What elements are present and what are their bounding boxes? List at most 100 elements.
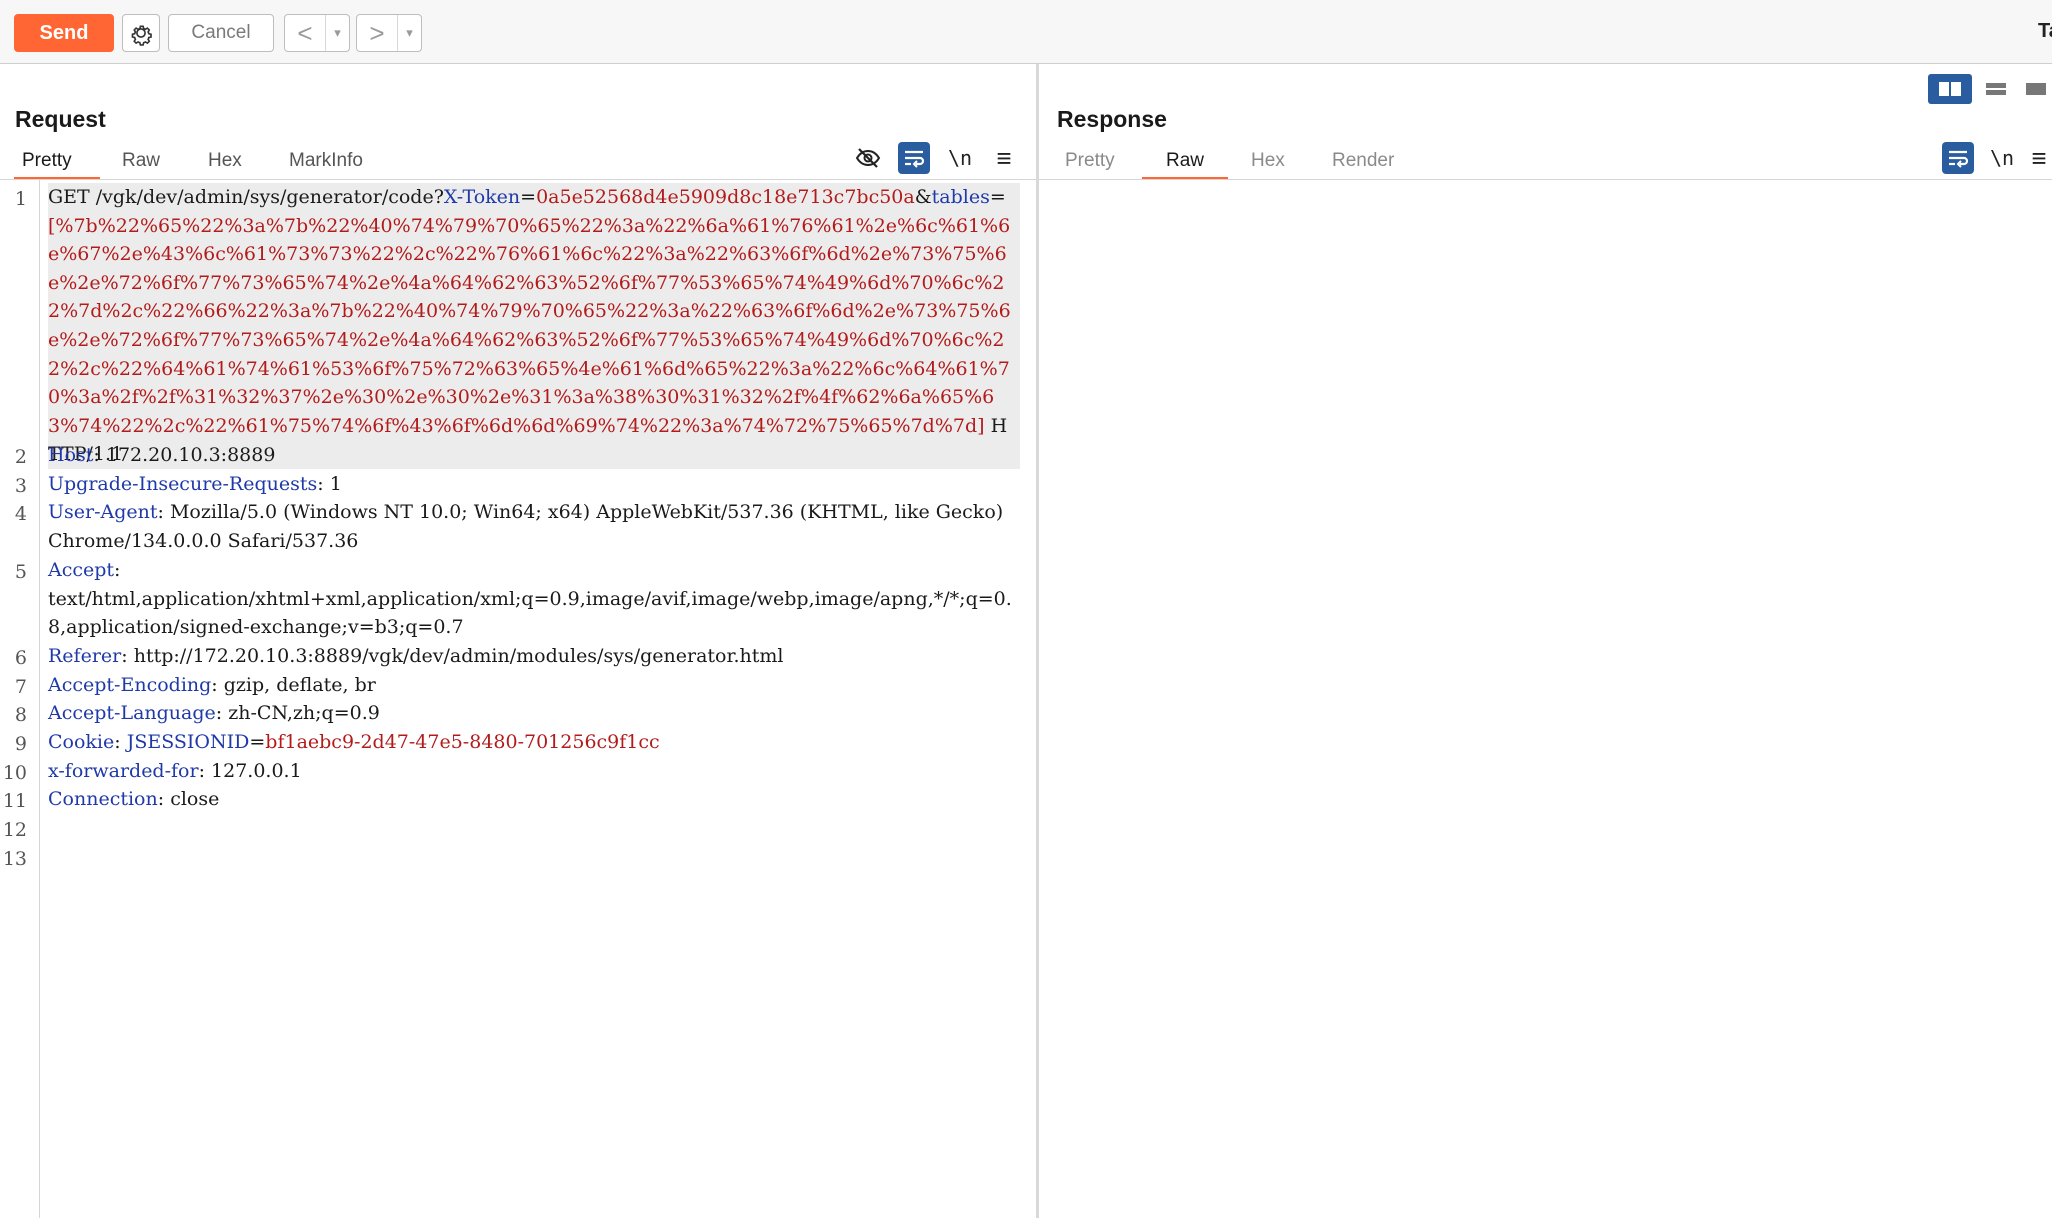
header-name: Upgrade-Insecure-Requests xyxy=(48,473,318,495)
header-separator: : xyxy=(93,444,106,466)
line-number: 6 xyxy=(14,647,27,669)
send-button[interactable]: Send xyxy=(14,14,114,52)
header-name: Referer xyxy=(48,645,122,667)
param-name: X-Token xyxy=(443,186,521,208)
line-number: 8 xyxy=(14,704,27,726)
header-separator: : xyxy=(211,674,224,696)
header-value: 127.0.0.1 xyxy=(211,760,302,782)
header-value: Mozilla/5.0 (Windows NT 10.0; Win64; x64… xyxy=(48,501,1010,552)
header-line-user-agent[interactable]: User-Agent: Mozilla/5.0 (Windows NT 10.0… xyxy=(48,498,1020,555)
header-line-cookie[interactable]: Cookie: JSESSIONID=bf1aebc9-2d47-47e5-84… xyxy=(48,728,1020,757)
header-line-host[interactable]: Host: 172.20.10.3:8889 xyxy=(48,441,1020,470)
header-name: Accept xyxy=(48,559,115,581)
request-pane-title: Request xyxy=(15,106,106,132)
line-number: 7 xyxy=(14,676,27,698)
response-pane-title: Response xyxy=(1057,106,1167,132)
request-tab-pretty[interactable]: Pretty xyxy=(14,150,100,180)
header-separator: : xyxy=(215,702,229,724)
line-number-gutter: 1 2 3 4 5 6 7 8 9 10 11 12 13 xyxy=(0,180,40,1218)
forward-dropdown-icon[interactable]: ▾ xyxy=(398,15,421,51)
request-tab-hex[interactable]: Hex xyxy=(200,150,250,180)
header-line-accept-language[interactable]: Accept-Language: zh-CN,zh;q=0.9 xyxy=(48,699,1020,728)
back-arrow-icon[interactable]: < xyxy=(285,15,326,51)
header-separator: : xyxy=(198,760,212,782)
param-equals: = xyxy=(520,186,537,208)
line-number: 4 xyxy=(14,503,27,525)
header-name: Accept-Encoding xyxy=(48,674,212,696)
toolbar: Send Cancel < ▾ > ▾ Ta xyxy=(0,0,2052,64)
header-separator: : xyxy=(114,559,121,581)
target-label: Ta xyxy=(2038,20,2052,42)
response-newline-toggle[interactable]: \n xyxy=(1986,142,2018,174)
back-dropdown-icon[interactable]: ▾ xyxy=(326,15,349,51)
response-tab-pretty[interactable]: Pretty xyxy=(1057,150,1123,180)
header-value: text/html,application/xhtml+xml,applicat… xyxy=(48,587,1012,639)
header-separator: : xyxy=(114,731,127,753)
cookie-name: JSESSIONID xyxy=(126,731,250,753)
columns-icon xyxy=(1939,82,1961,96)
wrap-lines-icon xyxy=(905,150,925,168)
wrap-lines-icon xyxy=(1949,150,1969,168)
line-number: 9 xyxy=(14,733,27,755)
layout-stacked-toggle[interactable] xyxy=(1974,74,2018,104)
param-value: 0a5e52568d4e5909d8c18e713c7bc50a xyxy=(536,186,915,208)
response-wrap-lines-button[interactable] xyxy=(1942,142,1974,174)
rows-icon xyxy=(1986,83,2006,95)
forward-arrow-icon[interactable]: > xyxy=(357,15,398,51)
header-name: Cookie xyxy=(48,731,115,753)
header-value: 172.20.10.3:8889 xyxy=(105,444,276,466)
response-tab-render[interactable]: Render xyxy=(1324,150,1402,180)
header-value: zh-CN,zh;q=0.9 xyxy=(228,702,380,724)
header-line-x-forwarded-for[interactable]: x-forwarded-for: 127.0.0.1 xyxy=(48,757,1020,786)
param-name: tables xyxy=(931,186,990,208)
request-menu-icon[interactable]: ≡ xyxy=(988,142,1020,174)
request-tab-markinfo[interactable]: MarkInfo xyxy=(281,150,371,180)
layout-side-by-side-toggle[interactable] xyxy=(1928,74,1972,104)
header-separator: : xyxy=(157,788,171,810)
header-name: Connection xyxy=(48,788,158,810)
header-name: User-Agent xyxy=(48,501,158,523)
settings-button[interactable] xyxy=(122,14,160,52)
line-number: 2 xyxy=(14,446,27,468)
header-line-accept-encoding[interactable]: Accept-Encoding: gzip, deflate, br xyxy=(48,671,1020,700)
header-line-connection[interactable]: Connection: close xyxy=(48,785,1020,814)
request-editor[interactable]: 1 2 3 4 5 6 7 8 9 10 11 12 13 GET /vgk/d… xyxy=(0,180,1036,1218)
hide-nonprintable-button[interactable] xyxy=(852,142,884,174)
line-number: 10 xyxy=(2,762,27,784)
cookie-value: bf1aebc9-2d47-47e5-8480-701256c9f1cc xyxy=(265,731,660,753)
param-separator: & xyxy=(914,186,932,208)
header-line-upgrade-insecure-requests[interactable]: Upgrade-Insecure-Requests: 1 xyxy=(48,470,1020,499)
eye-slash-icon xyxy=(855,148,881,168)
single-pane-icon xyxy=(2026,83,2046,95)
cookie-equals: = xyxy=(249,731,266,753)
header-name: x-forwarded-for xyxy=(48,760,199,782)
header-value: http://172.20.10.3:8889/vgk/dev/admin/mo… xyxy=(133,645,784,667)
gear-icon xyxy=(131,25,152,46)
layout-tabbed-toggle[interactable] xyxy=(2020,74,2052,104)
header-separator: : xyxy=(157,501,170,523)
response-editor[interactable] xyxy=(1039,180,2052,1218)
request-tab-raw[interactable]: Raw xyxy=(114,150,168,180)
response-tab-raw[interactable]: Raw xyxy=(1142,150,1228,180)
forward-button-group[interactable]: > ▾ xyxy=(356,14,422,52)
header-line-referer[interactable]: Referer: http://172.20.10.3:8889/vgk/dev… xyxy=(48,642,1020,671)
line-number: 5 xyxy=(14,561,27,583)
line-number: 13 xyxy=(2,848,27,870)
header-value: 1 xyxy=(329,473,342,495)
header-separator: : xyxy=(317,473,330,495)
param-equals: = xyxy=(989,186,1006,208)
request-newline-toggle[interactable]: \n xyxy=(944,142,976,174)
response-menu-icon[interactable]: ≡ xyxy=(2026,142,2052,174)
param-value: [%7b%22%65%22%3a%7b%22%40%74%79%70%65%22… xyxy=(48,214,1011,437)
request-method-path: GET /vgk/dev/admin/sys/generator/code? xyxy=(48,186,444,208)
line-number: 1 xyxy=(14,188,27,210)
request-wrap-lines-button[interactable] xyxy=(898,142,930,174)
response-tab-hex[interactable]: Hex xyxy=(1243,150,1293,180)
line-number: 3 xyxy=(14,475,27,497)
header-name: Accept-Language xyxy=(48,702,216,724)
header-value: gzip, deflate, br xyxy=(223,674,376,696)
back-button-group[interactable]: < ▾ xyxy=(284,14,350,52)
header-line-accept[interactable]: Accept: text/html,application/xhtml+xml,a… xyxy=(48,556,1020,642)
request-line[interactable]: GET /vgk/dev/admin/sys/generator/code?X-… xyxy=(48,183,1020,469)
cancel-button[interactable]: Cancel xyxy=(168,14,274,52)
